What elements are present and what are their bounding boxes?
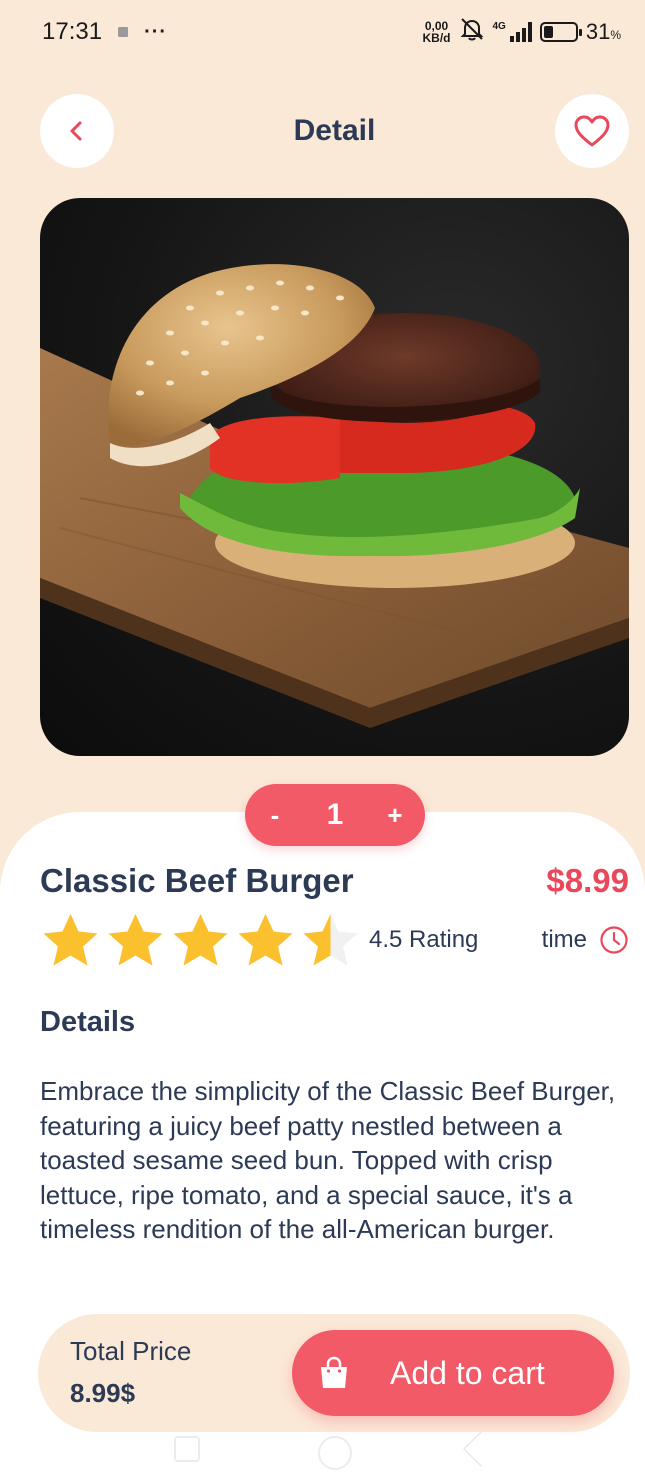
clock-icon: [600, 926, 628, 954]
product-description: Embrace the simplicity of the Classic Be…: [40, 1076, 616, 1244]
status-right: 0,00 KB/d 4G 31%: [423, 16, 621, 48]
bell-off-icon: [459, 16, 485, 48]
time-info: time: [542, 925, 629, 955]
title-row: Classic Beef Burger $8.99: [40, 862, 629, 900]
shopping-bag-icon: [318, 1356, 350, 1390]
star-rating: [40, 911, 361, 969]
recents-nav-icon[interactable]: [174, 1436, 200, 1462]
status-time: 17:31: [42, 18, 103, 45]
signal-icon: [509, 22, 532, 42]
quantity-stepper: - 1 +: [245, 784, 425, 846]
notification-square-icon: [118, 27, 129, 37]
star-icon: [108, 914, 163, 966]
decrement-button[interactable]: -: [260, 800, 290, 831]
more-indicator: ···: [144, 20, 168, 43]
rating-text: 4.5 Rating: [369, 926, 479, 953]
net-speed-unit: KB/d: [422, 31, 451, 45]
battery-icon: [539, 22, 582, 42]
time-label: time: [541, 926, 587, 953]
total-price-value: 8.99$: [70, 1378, 136, 1408]
network-type: 4G: [492, 20, 506, 32]
add-to-cart-button[interactable]: Add to cart: [292, 1330, 614, 1416]
star-icon: [43, 914, 98, 966]
star-icon: [238, 914, 293, 966]
heart-outline-icon: [574, 115, 610, 147]
details-heading: Details: [40, 1006, 136, 1038]
product-image: [40, 198, 629, 756]
header: Detail: [40, 94, 629, 170]
back-nav-icon[interactable]: [462, 1430, 500, 1468]
quantity-value: 1: [326, 798, 344, 831]
cart-bar: Total Price 8.99$ Add to cart: [38, 1314, 630, 1432]
add-to-cart-label: Add to cart: [390, 1354, 545, 1391]
home-nav-icon[interactable]: [318, 1436, 352, 1470]
product-price: $8.99: [546, 862, 629, 899]
star-icon: [173, 914, 228, 966]
status-bar: 17:31 ··· 0,00 KB/d 4G 31%: [0, 0, 645, 64]
battery-percent: 31%: [585, 19, 621, 44]
system-nav-bar: [0, 1430, 645, 1472]
page-title: Detail: [293, 114, 376, 147]
burger-illustration: [40, 264, 629, 728]
star-icon: [303, 914, 358, 966]
favorite-button[interactable]: [555, 94, 629, 168]
product-name: Classic Beef Burger: [40, 862, 354, 899]
net-speed: 0,00 KB/d: [423, 20, 451, 44]
total-price-label: Total Price: [70, 1336, 192, 1366]
status-left: 17:31 ···: [42, 18, 167, 46]
rating-row: 4.5 Rating time: [40, 910, 629, 970]
battery-level: [543, 26, 553, 38]
increment-button[interactable]: +: [380, 800, 410, 831]
